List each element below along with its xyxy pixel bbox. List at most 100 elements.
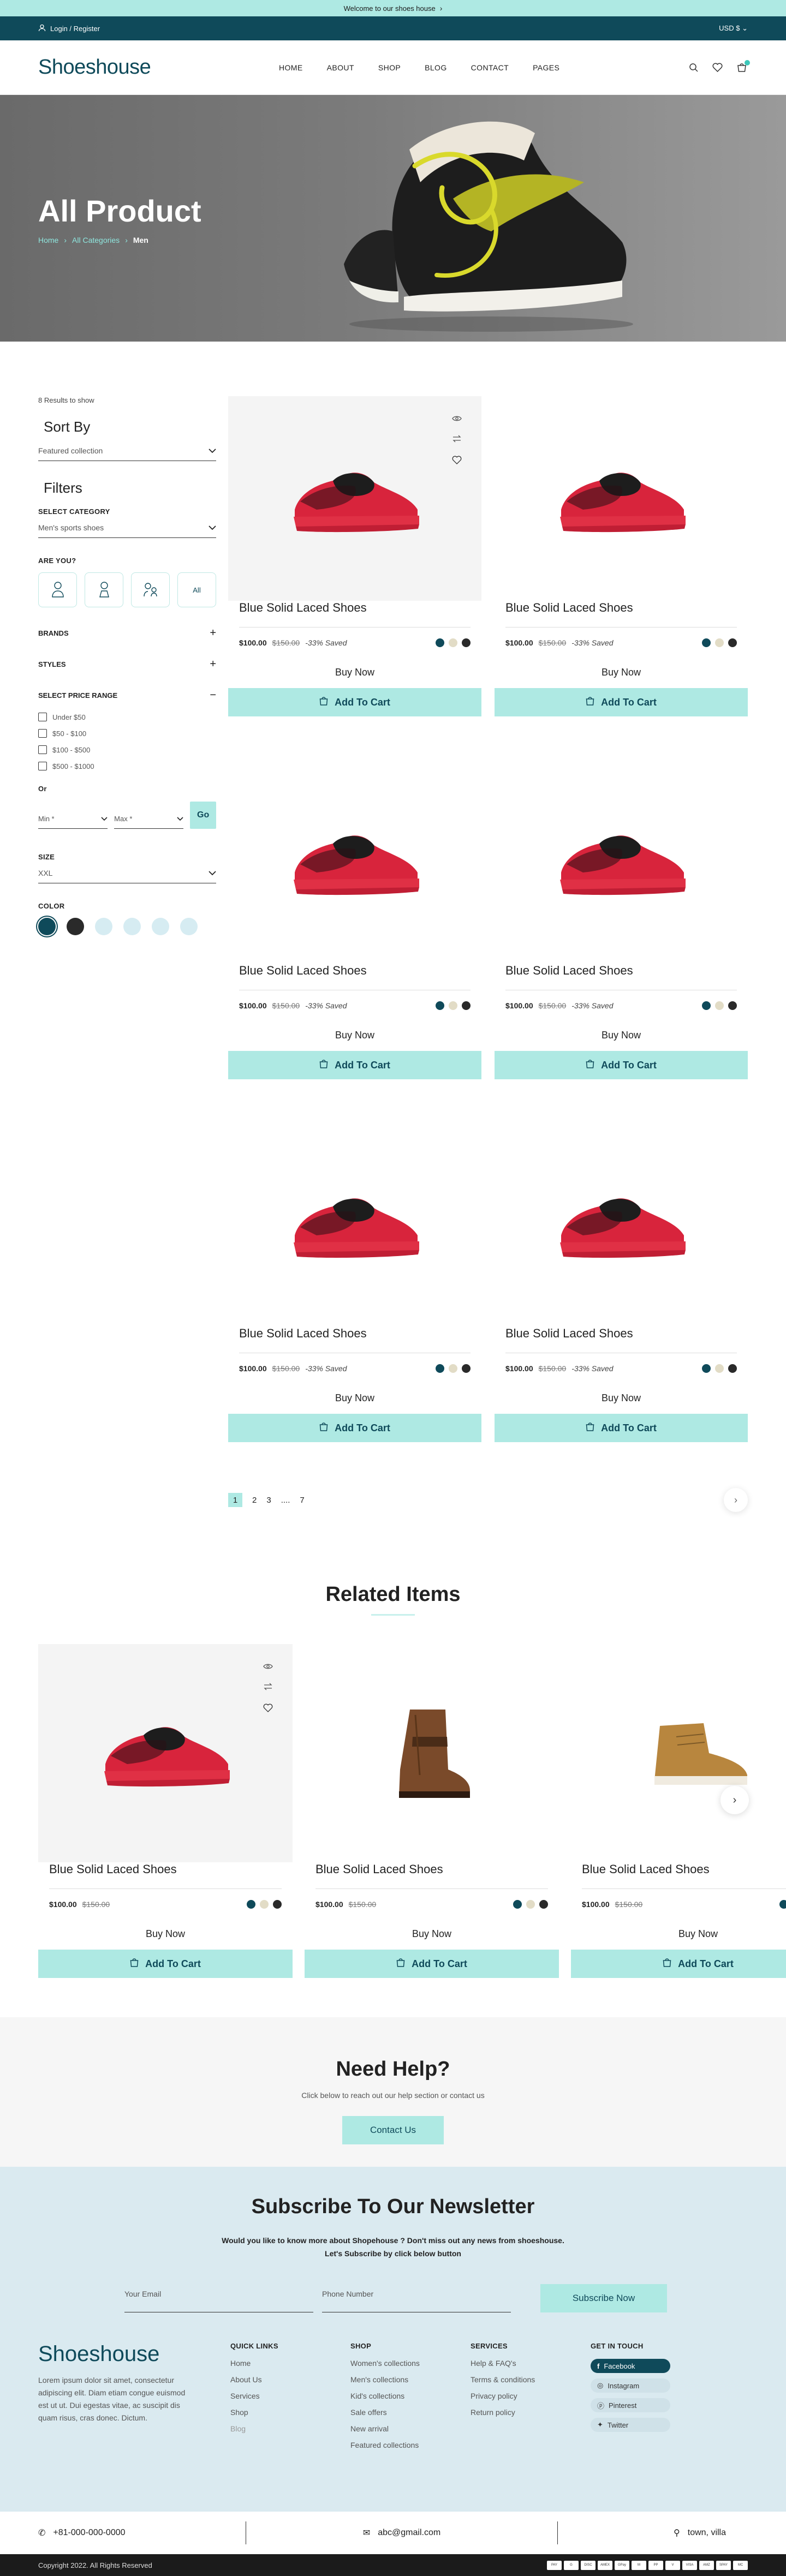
buy-now-button[interactable]: Buy Now <box>495 1030 748 1041</box>
product-card[interactable]: Blue Solid Laced Shoes $100.00 $150.00 -33%… <box>495 396 748 716</box>
product-image[interactable] <box>305 1644 559 1862</box>
color-option[interactable] <box>715 638 724 647</box>
footer-link[interactable]: Men's collections <box>350 2375 471 2384</box>
add-to-cart-button[interactable]: Add To Cart <box>228 1414 481 1442</box>
checkbox[interactable] <box>38 713 47 721</box>
nav-item-about[interactable]: ABOUT <box>327 63 354 72</box>
color-option[interactable] <box>449 1364 457 1373</box>
color-option[interactable] <box>273 1900 282 1909</box>
product-image[interactable] <box>495 396 748 601</box>
product-title[interactable]: Blue Solid Laced Shoes <box>239 1326 471 1353</box>
breadcrumb-categories[interactable]: All Categories <box>72 236 120 244</box>
price-option[interactable]: Under $50 <box>38 713 216 721</box>
footer-link[interactable]: Women's collections <box>350 2359 471 2368</box>
styles-filter-toggle[interactable]: STYLES + <box>38 658 216 671</box>
currency-selector[interactable]: USD $ ⌄ <box>719 24 748 33</box>
buy-now-button[interactable]: Buy Now <box>495 1392 748 1404</box>
heart-icon[interactable] <box>263 1704 273 1715</box>
email-field[interactable]: Your Email <box>124 2290 313 2312</box>
carousel-next-button[interactable]: › <box>720 1786 749 1814</box>
product-image[interactable] <box>228 1122 481 1326</box>
are-you-kids[interactable] <box>131 572 170 607</box>
color-option[interactable] <box>702 1001 711 1010</box>
buy-now-button[interactable]: Buy Now <box>228 1030 481 1041</box>
social-twitter[interactable]: ✦ Twitter <box>591 2418 670 2432</box>
are-you-all[interactable]: All <box>177 572 216 607</box>
color-option[interactable] <box>728 638 737 647</box>
nav-item-pages[interactable]: PAGES <box>533 63 559 72</box>
nav-item-contact[interactable]: CONTACT <box>471 63 509 72</box>
checkbox[interactable] <box>38 729 47 738</box>
footer-link-home[interactable]: Home <box>230 2359 350 2368</box>
footer-link[interactable]: Sale offers <box>350 2408 471 2417</box>
contact-email[interactable]: ✉ abc@gmail.com <box>246 2527 557 2538</box>
footer-link[interactable]: Privacy policy <box>471 2392 591 2400</box>
site-logo[interactable]: Shoeshouse <box>38 56 151 79</box>
page-link-active[interactable]: 1 <box>228 1493 242 1507</box>
color-option[interactable] <box>247 1900 255 1909</box>
color-swatch[interactable] <box>152 918 169 935</box>
color-option[interactable] <box>260 1900 269 1909</box>
add-to-cart-button[interactable]: Add To Cart <box>495 688 748 716</box>
buy-now-button[interactable]: Buy Now <box>228 667 481 678</box>
color-option[interactable] <box>728 1364 737 1373</box>
checkbox[interactable] <box>38 762 47 770</box>
buy-now-button[interactable]: Buy Now <box>305 1928 559 1940</box>
product-card[interactable]: Blue Solid Laced Shoes $100.00 $150.00 -33%… <box>228 396 481 716</box>
sort-select[interactable]: Featured collection <box>38 446 216 461</box>
compare-icon[interactable] <box>452 434 462 446</box>
footer-link[interactable]: New arrival <box>350 2424 471 2433</box>
color-option[interactable] <box>462 638 471 647</box>
are-you-men[interactable] <box>38 572 77 607</box>
product-image[interactable] <box>228 396 481 601</box>
product-title[interactable]: Blue Solid Laced Shoes <box>239 964 471 990</box>
product-title[interactable]: Blue Solid Laced Shoes <box>49 1862 282 1889</box>
color-option[interactable] <box>436 638 444 647</box>
page-link[interactable]: 2 <box>252 1496 257 1505</box>
product-image[interactable] <box>495 759 748 964</box>
login-register-link[interactable]: Login / Register <box>38 24 100 33</box>
product-card[interactable]: Blue Solid Laced Shoes $100.00 $150.00 Buy … <box>571 1644 786 1978</box>
footer-link-blog[interactable]: Blog <box>230 2424 350 2433</box>
chevron-right-icon[interactable]: › <box>440 4 443 13</box>
product-card[interactable]: Blue Solid Laced Shoes $100.00 $150.00 Buy … <box>38 1644 293 1978</box>
product-card[interactable]: Blue Solid Laced Shoes $100.00 $150.00 -33%… <box>495 1122 748 1442</box>
cart-icon[interactable] <box>736 59 750 74</box>
contact-address[interactable]: ⚲ town, villa <box>558 2527 748 2538</box>
color-option[interactable] <box>526 1900 535 1909</box>
product-image[interactable] <box>228 759 481 964</box>
footer-link[interactable]: Kid's collections <box>350 2392 471 2400</box>
color-option[interactable] <box>436 1001 444 1010</box>
color-option[interactable] <box>715 1001 724 1010</box>
go-button[interactable]: Go <box>190 802 216 829</box>
color-option[interactable] <box>513 1900 522 1909</box>
social-instagram[interactable]: ◎ Instagram <box>591 2378 670 2393</box>
color-option[interactable] <box>728 1001 737 1010</box>
price-option[interactable]: $500 - $1000 <box>38 762 216 770</box>
brands-filter-toggle[interactable]: BRANDS + <box>38 627 216 639</box>
search-icon[interactable] <box>688 62 700 74</box>
color-swatch[interactable] <box>123 918 141 935</box>
contact-us-button[interactable]: Contact Us <box>342 2116 444 2144</box>
contact-phone[interactable]: ✆ +81-000-000-0000 <box>38 2527 246 2538</box>
price-option[interactable]: $50 - $100 <box>38 729 216 738</box>
buy-now-button[interactable]: Buy Now <box>495 667 748 678</box>
are-you-women[interactable] <box>85 572 123 607</box>
price-filter-toggle[interactable]: SELECT PRICE RANGE − <box>38 689 216 702</box>
checkbox[interactable] <box>38 745 47 754</box>
add-to-cart-button[interactable]: Add To Cart <box>495 1051 748 1079</box>
footer-link-shop[interactable]: Shop <box>230 2408 350 2417</box>
color-option[interactable] <box>462 1001 471 1010</box>
color-swatch[interactable] <box>67 918 84 935</box>
eye-icon[interactable] <box>263 1663 273 1672</box>
footer-logo[interactable]: Shoeshouse <box>38 2342 230 2366</box>
subscribe-button[interactable]: Subscribe Now <box>540 2284 667 2312</box>
nav-item-blog[interactable]: BLOG <box>425 63 447 72</box>
price-option[interactable]: $100 - $500 <box>38 745 216 754</box>
min-price-select[interactable]: Min * <box>38 815 108 829</box>
color-option[interactable] <box>539 1900 548 1909</box>
footer-link[interactable]: Help & FAQ's <box>471 2359 591 2368</box>
heart-icon[interactable] <box>452 456 462 467</box>
add-to-cart-button[interactable]: Add To Cart <box>571 1950 786 1978</box>
product-card[interactable]: Blue Solid Laced Shoes $100.00 $150.00 -33%… <box>228 759 481 1079</box>
